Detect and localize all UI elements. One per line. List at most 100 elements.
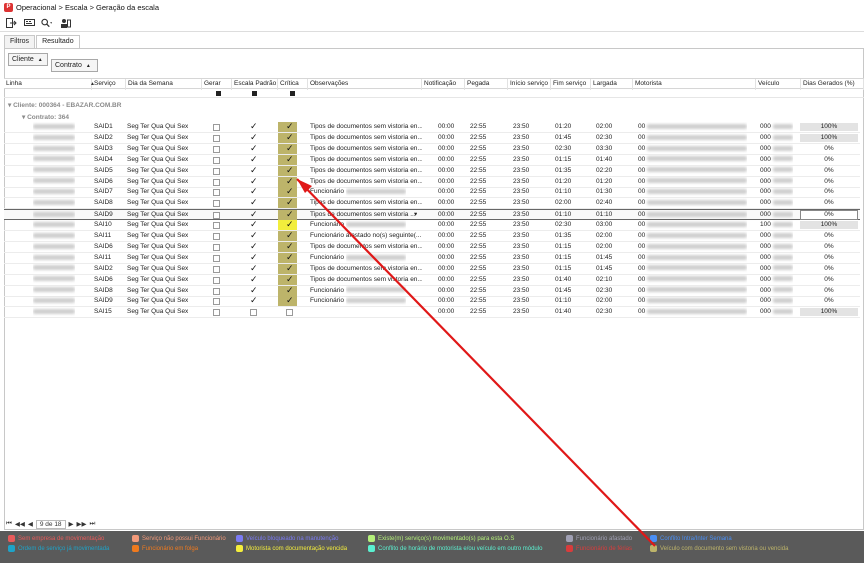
fim-servico-cell: 01:35 (555, 232, 572, 239)
tab-resultado[interactable]: Resultado (36, 35, 80, 48)
escala-check-icon[interactable]: ✓ (250, 165, 258, 175)
table-row[interactable]: SAID5 Seg Ter Qua Qui Sex ✓ ✓ Tipos de docum… (4, 165, 860, 177)
gerar-checkbox[interactable] (213, 200, 220, 208)
gerar-checkbox[interactable] (213, 212, 220, 220)
veiculo-cell: 100 (760, 220, 793, 230)
notificacao-cell: 00:00 (438, 177, 455, 185)
gerar-checkbox[interactable] (213, 309, 220, 317)
exit-icon[interactable] (5, 17, 17, 29)
table-row[interactable]: SAI10 Seg Ter Qua Qui Sex ✓ ✓ Funcionário 00:… (4, 219, 860, 232)
critica-filter-checkbox[interactable] (290, 91, 295, 96)
escala-check-icon[interactable]: ✓ (250, 263, 258, 273)
critica-check-icon[interactable]: ✓ (286, 154, 294, 164)
table-row[interactable]: SAID4 Seg Ter Qua Qui Sex ✓ ✓ Tipos de docum… (4, 154, 860, 166)
prev-page-icon[interactable]: ◀ (28, 520, 33, 528)
gerar-checkbox[interactable] (213, 145, 220, 153)
group-by-cliente[interactable]: Cliente ▲ (8, 53, 48, 66)
gerar-checkbox[interactable] (213, 233, 220, 240)
table-row[interactable]: SAI11 Seg Ter Qua Qui Sex ✓ ✓ Funcionário 00:… (4, 252, 860, 264)
gerar-checkbox[interactable] (213, 265, 220, 273)
escala-check-icon[interactable]: ✓ (250, 154, 258, 164)
escala-check-icon[interactable]: ✓ (250, 143, 258, 153)
gerar-checkbox[interactable] (213, 178, 220, 186)
table-row[interactable]: SAID9 Seg Ter Qua Qui Sex ✓ ✓ Tipos de docum… (4, 209, 860, 221)
tab-filtros[interactable]: Filtros (4, 35, 36, 48)
screen-icon[interactable] (23, 17, 35, 29)
critica-check-icon[interactable]: ✓ (286, 143, 294, 153)
observacoes-cell: Funcionário afastado no(s) seguinte(... (310, 232, 422, 239)
critica-check-icon[interactable]: ✓ (286, 121, 294, 131)
critica-check-icon[interactable]: ✓ (286, 209, 294, 219)
gerar-checkbox[interactable] (213, 298, 220, 306)
table-row[interactable]: SAID1 Seg Ter Qua Qui Sex ✓ ✓ Tipos de docum… (4, 121, 860, 133)
group-by-contrato[interactable]: Contrato ▲ (51, 59, 98, 72)
table-row[interactable]: SAI15 Seg Ter Qua Qui Sex 00:00 22:55 23:50 0… (4, 307, 860, 319)
gerar-checkbox[interactable] (213, 254, 220, 262)
gerar-checkbox[interactable] (213, 134, 220, 142)
escala-check-icon[interactable]: ✓ (250, 241, 258, 251)
critica-check-icon[interactable]: ✓ (286, 252, 294, 262)
gerar-checkbox[interactable] (213, 124, 220, 131)
escala-check-icon[interactable]: ✓ (250, 295, 258, 305)
critica-check-icon[interactable]: ✓ (286, 241, 294, 251)
critica-check-icon[interactable]: ✓ (286, 295, 294, 305)
table-row[interactable]: SAI11 Seg Ter Qua Qui Sex ✓ ✓ Funcionário af… (4, 230, 860, 242)
critica-check-icon[interactable]: ✓ (286, 263, 294, 273)
table-row[interactable]: SAID8 Seg Ter Qua Qui Sex ✓ ✓ Funcionário 00:… (4, 285, 860, 297)
dropdown-arrow-icon[interactable]: ▾ (414, 210, 417, 220)
users-icon[interactable] (59, 17, 71, 29)
table-row[interactable]: SAID2 Seg Ter Qua Qui Sex ✓ ✓ Tipos de docum… (4, 263, 860, 275)
table-row[interactable]: SAID6 Seg Ter Qua Qui Sex ✓ ✓ Tipos de docum… (4, 241, 860, 253)
escala-check-icon[interactable]: ✓ (250, 197, 258, 207)
next-page-icon[interactable]: ▶ (69, 520, 74, 528)
escala-check-icon[interactable]: ✓ (250, 132, 258, 142)
table-row[interactable]: SAID2 Seg Ter Qua Qui Sex ✓ ✓ Tipos de docum… (4, 132, 860, 144)
critica-check-icon[interactable]: ✓ (286, 197, 294, 207)
gerar-checkbox[interactable] (213, 276, 220, 284)
escala-check-icon[interactable]: ✓ (250, 209, 258, 219)
critica-check-icon[interactable]: ✓ (286, 230, 294, 240)
notificacao-cell: 00:00 (438, 133, 455, 141)
last-page-icon[interactable]: ⏭ (90, 520, 96, 528)
search-icon[interactable] (41, 17, 53, 29)
gerar-checkbox[interactable] (213, 167, 220, 175)
critica-check-icon[interactable]: ✓ (286, 274, 294, 284)
table-row[interactable]: SAID6 Seg Ter Qua Qui Sex ✓ ✓ Tipos de docum… (4, 274, 860, 286)
table-row[interactable]: SAID8 Seg Ter Qua Qui Sex ✓ ✓ Tipos de docum… (4, 197, 860, 210)
escala-check-icon[interactable]: ✓ (250, 252, 258, 262)
table-row[interactable]: SAID6 Seg Ter Qua Qui Sex ✓ ✓ Tipos de docum… (4, 176, 860, 188)
escala-check-icon[interactable]: ✓ (250, 186, 258, 196)
gerar-checkbox[interactable] (213, 156, 220, 164)
table-row[interactable]: SAID9 Seg Ter Qua Qui Sex ✓ ✓ Funcionário 00:… (4, 295, 860, 308)
critica-check-icon[interactable]: ✓ (286, 176, 294, 186)
escala-check-icon[interactable]: ✓ (250, 121, 258, 131)
escala-filter-checkbox[interactable] (252, 91, 257, 96)
critica-check-icon[interactable]: ✓ (286, 186, 294, 196)
critica-check-icon[interactable]: ✓ (286, 219, 294, 229)
table-row[interactable]: SAID7 Seg Ter Qua Qui Sex ✓ ✓ Funcionário 00:… (4, 186, 860, 199)
escala-checkbox[interactable] (250, 309, 257, 317)
critica-check-icon[interactable]: ✓ (286, 285, 294, 295)
dia-semana-cell: Seg Ter Qua Qui Sex (127, 144, 189, 152)
prev-fast-icon[interactable]: ◀◀ (15, 520, 25, 528)
next-fast-icon[interactable]: ▶▶ (77, 520, 87, 528)
critica-check-icon[interactable]: ✓ (286, 165, 294, 175)
legend-color-swatch (236, 535, 243, 542)
escala-check-icon[interactable]: ✓ (250, 274, 258, 284)
critica-checkbox[interactable] (286, 309, 293, 317)
critica-check-icon[interactable]: ✓ (286, 132, 294, 142)
first-page-icon[interactable]: ⏮ (6, 520, 12, 528)
gerar-checkbox[interactable] (213, 243, 220, 251)
gerar-checkbox[interactable] (213, 189, 220, 197)
group-contrato[interactable]: ▾ Contrato: 364 (22, 113, 69, 121)
escala-check-icon[interactable]: ✓ (250, 176, 258, 186)
dia-semana-cell: Seg Ter Qua Qui Sex (127, 264, 189, 272)
escala-check-icon[interactable]: ✓ (250, 219, 258, 229)
escala-check-icon[interactable]: ✓ (250, 285, 258, 295)
gerar-filter-checkbox[interactable] (216, 91, 221, 96)
escala-check-icon[interactable]: ✓ (250, 230, 258, 240)
table-row[interactable]: SAID3 Seg Ter Qua Qui Sex ✓ ✓ Tipos de docum… (4, 143, 860, 155)
gerar-checkbox[interactable] (213, 287, 220, 295)
gerar-checkbox[interactable] (213, 222, 220, 230)
group-cliente[interactable]: ▾ Cliente: 000364 - EBAZAR.COM.BR (8, 101, 121, 109)
